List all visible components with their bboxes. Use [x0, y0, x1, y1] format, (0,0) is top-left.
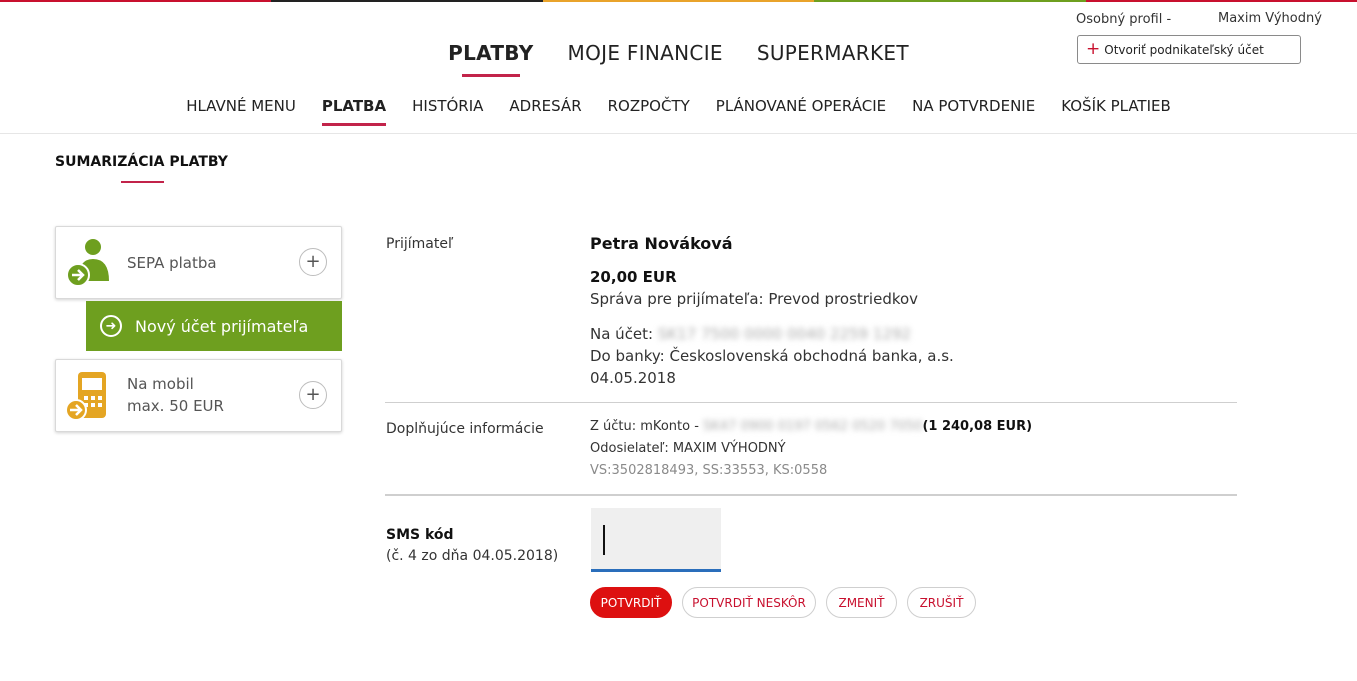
sepa-payment-label: SEPA platba	[127, 254, 217, 272]
account-row: Na účet: SK17 7500 0000 0040 2259 1292	[590, 325, 911, 343]
text-caret	[603, 525, 605, 555]
mobile-expand-button[interactable]: +	[299, 381, 327, 409]
section-divider-2	[385, 494, 1237, 496]
new-payee-account-button[interactable]: ➜ Nový účet prijímateľa	[86, 301, 342, 351]
mobile-payment-card[interactable]: Na mobil max. 50 EUR +	[55, 359, 342, 432]
sepa-expand-button[interactable]: +	[299, 248, 327, 276]
sub-nav-historia[interactable]: HISTÓRIA	[412, 97, 483, 115]
confirm-later-button[interactable]: POTVRDIŤ NESKÔR	[682, 587, 816, 618]
sender: Odosielateľ: MAXIM VÝHODNÝ	[590, 441, 786, 456]
main-nav-moje-financie[interactable]: MOJE FINANCIE	[568, 41, 723, 65]
sub-nav: HLAVNÉ MENU PLATBA HISTÓRIA ADRESÁR ROZP…	[0, 97, 1357, 126]
from-account-row: Z účtu: mKonto - SK47 0900 0197 0562 052…	[590, 419, 1032, 434]
sub-nav-adresar[interactable]: ADRESÁR	[509, 97, 581, 115]
change-button[interactable]: ZMENIŤ	[826, 587, 897, 618]
sms-code-sub-label: (č. 4 zo dňa 04.05.2018)	[386, 548, 559, 564]
sub-nav-na-potvrdenie[interactable]: NA POTVRDENIE	[912, 97, 1035, 115]
arrow-right-circle-icon: ➜	[100, 315, 122, 337]
recipient-label: Prijímateľ	[386, 236, 454, 252]
bank-name: Do banky: Československá obchodná banka,…	[590, 347, 954, 365]
recipient-name: Petra Nováková	[590, 234, 733, 253]
payment-message: Správa pre prijímateľa: Prevod prostried…	[590, 290, 919, 308]
account-number: SK17 7500 0000 0040 2259 1292	[657, 325, 912, 343]
section-divider	[385, 402, 1237, 403]
sub-nav-kosik-platieb[interactable]: KOŠÍK PLATIEB	[1061, 97, 1171, 115]
sub-nav-rozpocty[interactable]: ROZPOČTY	[608, 97, 690, 115]
mobile-payment-label-line1: Na mobil	[127, 375, 194, 393]
page-title: SUMARIZÁCIA PLATBY	[55, 154, 228, 170]
sms-code-label: SMS kód	[386, 527, 454, 543]
sms-code-input[interactable]	[591, 508, 721, 572]
main-nav-supermarket[interactable]: SUPERMARKET	[757, 41, 909, 65]
payment-symbols: VS:3502818493, SS:33553, KS:0558	[590, 463, 828, 478]
mobile-payment-label-line2: max. 50 EUR	[127, 397, 224, 415]
new-payee-account-label: Nový účet prijímateľa	[135, 316, 309, 336]
nav-divider	[0, 133, 1357, 134]
mobile-payment-label: Na mobil max. 50 EUR	[127, 373, 224, 417]
from-account-number: SK47 0900 0197 0562 0520 7050	[703, 419, 923, 434]
sepa-payment-card[interactable]: SEPA platba +	[55, 226, 342, 299]
person-arrow-icon	[64, 237, 114, 289]
main-nav: PLATBY MOJE FINANCIE SUPERMARKET	[0, 41, 1357, 65]
account-balance: (1 240,08 EUR)	[922, 419, 1033, 434]
phone-arrow-icon	[64, 370, 114, 422]
page-title-underline	[121, 181, 164, 183]
from-account-label: Z účtu: mKonto -	[590, 419, 699, 434]
sub-nav-planovane-operacie[interactable]: PLÁNOVANÉ OPERÁCIE	[716, 97, 886, 115]
payment-date: 04.05.2018	[590, 369, 676, 387]
cancel-button[interactable]: ZRUŠIŤ	[907, 587, 976, 618]
top-color-stripe	[0, 0, 1357, 2]
sub-nav-hlavne-menu[interactable]: HLAVNÉ MENU	[186, 97, 296, 115]
main-nav-platby[interactable]: PLATBY	[448, 41, 533, 65]
user-name[interactable]: Maxim Výhodný	[1218, 11, 1322, 26]
additional-info-label: Doplňujúce informácie	[386, 421, 544, 437]
account-label: Na účet:	[590, 325, 654, 343]
payment-amount: 20,00 EUR	[590, 268, 677, 286]
personal-profile-link[interactable]: Osobný profil -	[1076, 12, 1171, 27]
sub-nav-platba[interactable]: PLATBA	[321, 97, 387, 126]
confirm-button[interactable]: POTVRDIŤ	[590, 587, 672, 618]
